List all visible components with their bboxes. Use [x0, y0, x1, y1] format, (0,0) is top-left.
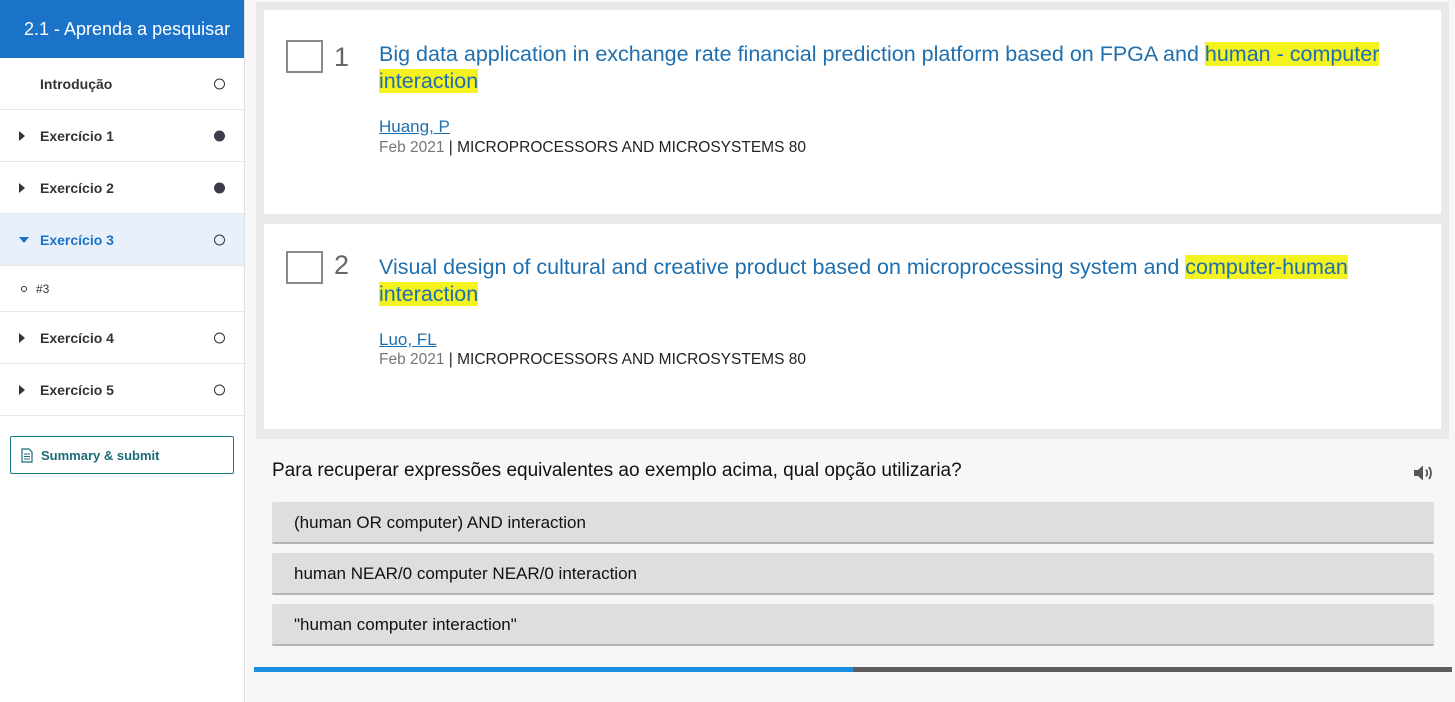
sidebar-item-label: Exercício 3: [40, 231, 114, 248]
progress-fill: [254, 667, 853, 672]
sidebar-item-introducao[interactable]: Introdução: [0, 58, 244, 110]
sidebar-header[interactable]: 2.1 - Aprenda a pesquisar: [0, 0, 244, 58]
result-journal: MICROPROCESSORS AND MICROSYSTEMS 80: [457, 139, 806, 156]
result-number: 1: [334, 42, 350, 72]
summary-submit-label: Summary & submit: [41, 447, 160, 463]
result-date: Feb 2021: [379, 139, 445, 156]
caret-right-icon: [19, 332, 25, 343]
caret-right-icon: [19, 384, 25, 395]
answer-option[interactable]: (human OR computer) AND interaction: [272, 502, 1434, 544]
result-author-link[interactable]: Luo, FL: [379, 330, 437, 350]
result-journal: MICROPROCESSORS AND MICROSYSTEMS 80: [457, 351, 806, 368]
sidebar-item-exercicio-5[interactable]: Exercício 5: [0, 364, 244, 416]
sidebar-item-exercicio-2[interactable]: Exercício 2: [0, 162, 244, 214]
status-filled-icon: [214, 182, 225, 193]
result-title[interactable]: Visual design of cultural and creative p…: [379, 254, 1399, 308]
speaker-icon[interactable]: [1412, 463, 1436, 488]
document-icon: [21, 447, 33, 463]
result-separator: |: [444, 139, 458, 156]
status-empty-icon: [214, 384, 225, 395]
result-meta: Feb 2021 | MICROPROCESSORS AND MICROSYST…: [379, 351, 806, 369]
sidebar-item-exercicio-3[interactable]: Exercício 3: [0, 214, 244, 266]
status-empty-icon: [214, 78, 225, 89]
result-date: Feb 2021: [379, 351, 445, 368]
result-title[interactable]: Big data application in exchange rate fi…: [379, 41, 1399, 95]
progress-bar: [254, 667, 1452, 672]
question-text: Para recuperar expressões equivalentes a…: [272, 460, 962, 481]
answer-option[interactable]: human NEAR/0 computer NEAR/0 interaction: [272, 553, 1434, 595]
result-separator: |: [444, 351, 458, 368]
sidebar-subitem-label: #3: [36, 281, 50, 296]
result-card: 2 Visual design of cultural and creative…: [264, 224, 1441, 429]
caret-down-icon: [19, 236, 29, 243]
app-root: 2.1 - Aprenda a pesquisar Introdução Exe…: [0, 0, 1455, 702]
result-checkbox[interactable]: [286, 251, 323, 284]
result-title-text: Big data application in exchange rate fi…: [379, 42, 1205, 66]
sidebar-subitem-3[interactable]: #3: [0, 266, 244, 312]
status-empty-icon: [214, 234, 225, 245]
status-empty-icon: [214, 332, 225, 343]
sidebar-item-label: Exercício 1: [40, 127, 114, 144]
sidebar-item-exercicio-4[interactable]: Exercício 4: [0, 312, 244, 364]
result-meta: Feb 2021 | MICROPROCESSORS AND MICROSYST…: [379, 139, 806, 157]
summary-submit-button[interactable]: Summary & submit: [10, 436, 234, 474]
result-author-link[interactable]: Huang, P: [379, 117, 450, 137]
sidebar: 2.1 - Aprenda a pesquisar Introdução Exe…: [0, 0, 245, 702]
search-results-image: 1 Big data application in exchange rate …: [256, 2, 1449, 439]
result-checkbox[interactable]: [286, 40, 323, 73]
sidebar-item-label: Exercício 4: [40, 329, 114, 346]
sidebar-item-exercicio-1[interactable]: Exercício 1: [0, 110, 244, 162]
caret-right-icon: [19, 182, 25, 193]
result-number: 2: [334, 250, 350, 280]
sidebar-item-label: Exercício 2: [40, 179, 114, 196]
sidebar-item-label: Introdução: [40, 75, 113, 92]
status-filled-icon: [214, 130, 225, 141]
result-title-text: Visual design of cultural and creative p…: [379, 255, 1186, 279]
answer-option[interactable]: "human computer interaction": [272, 604, 1434, 646]
bullet-icon: [21, 285, 27, 292]
result-card: 1 Big data application in exchange rate …: [264, 10, 1441, 214]
caret-right-icon: [19, 130, 25, 141]
sidebar-item-label: Exercício 5: [40, 381, 114, 398]
